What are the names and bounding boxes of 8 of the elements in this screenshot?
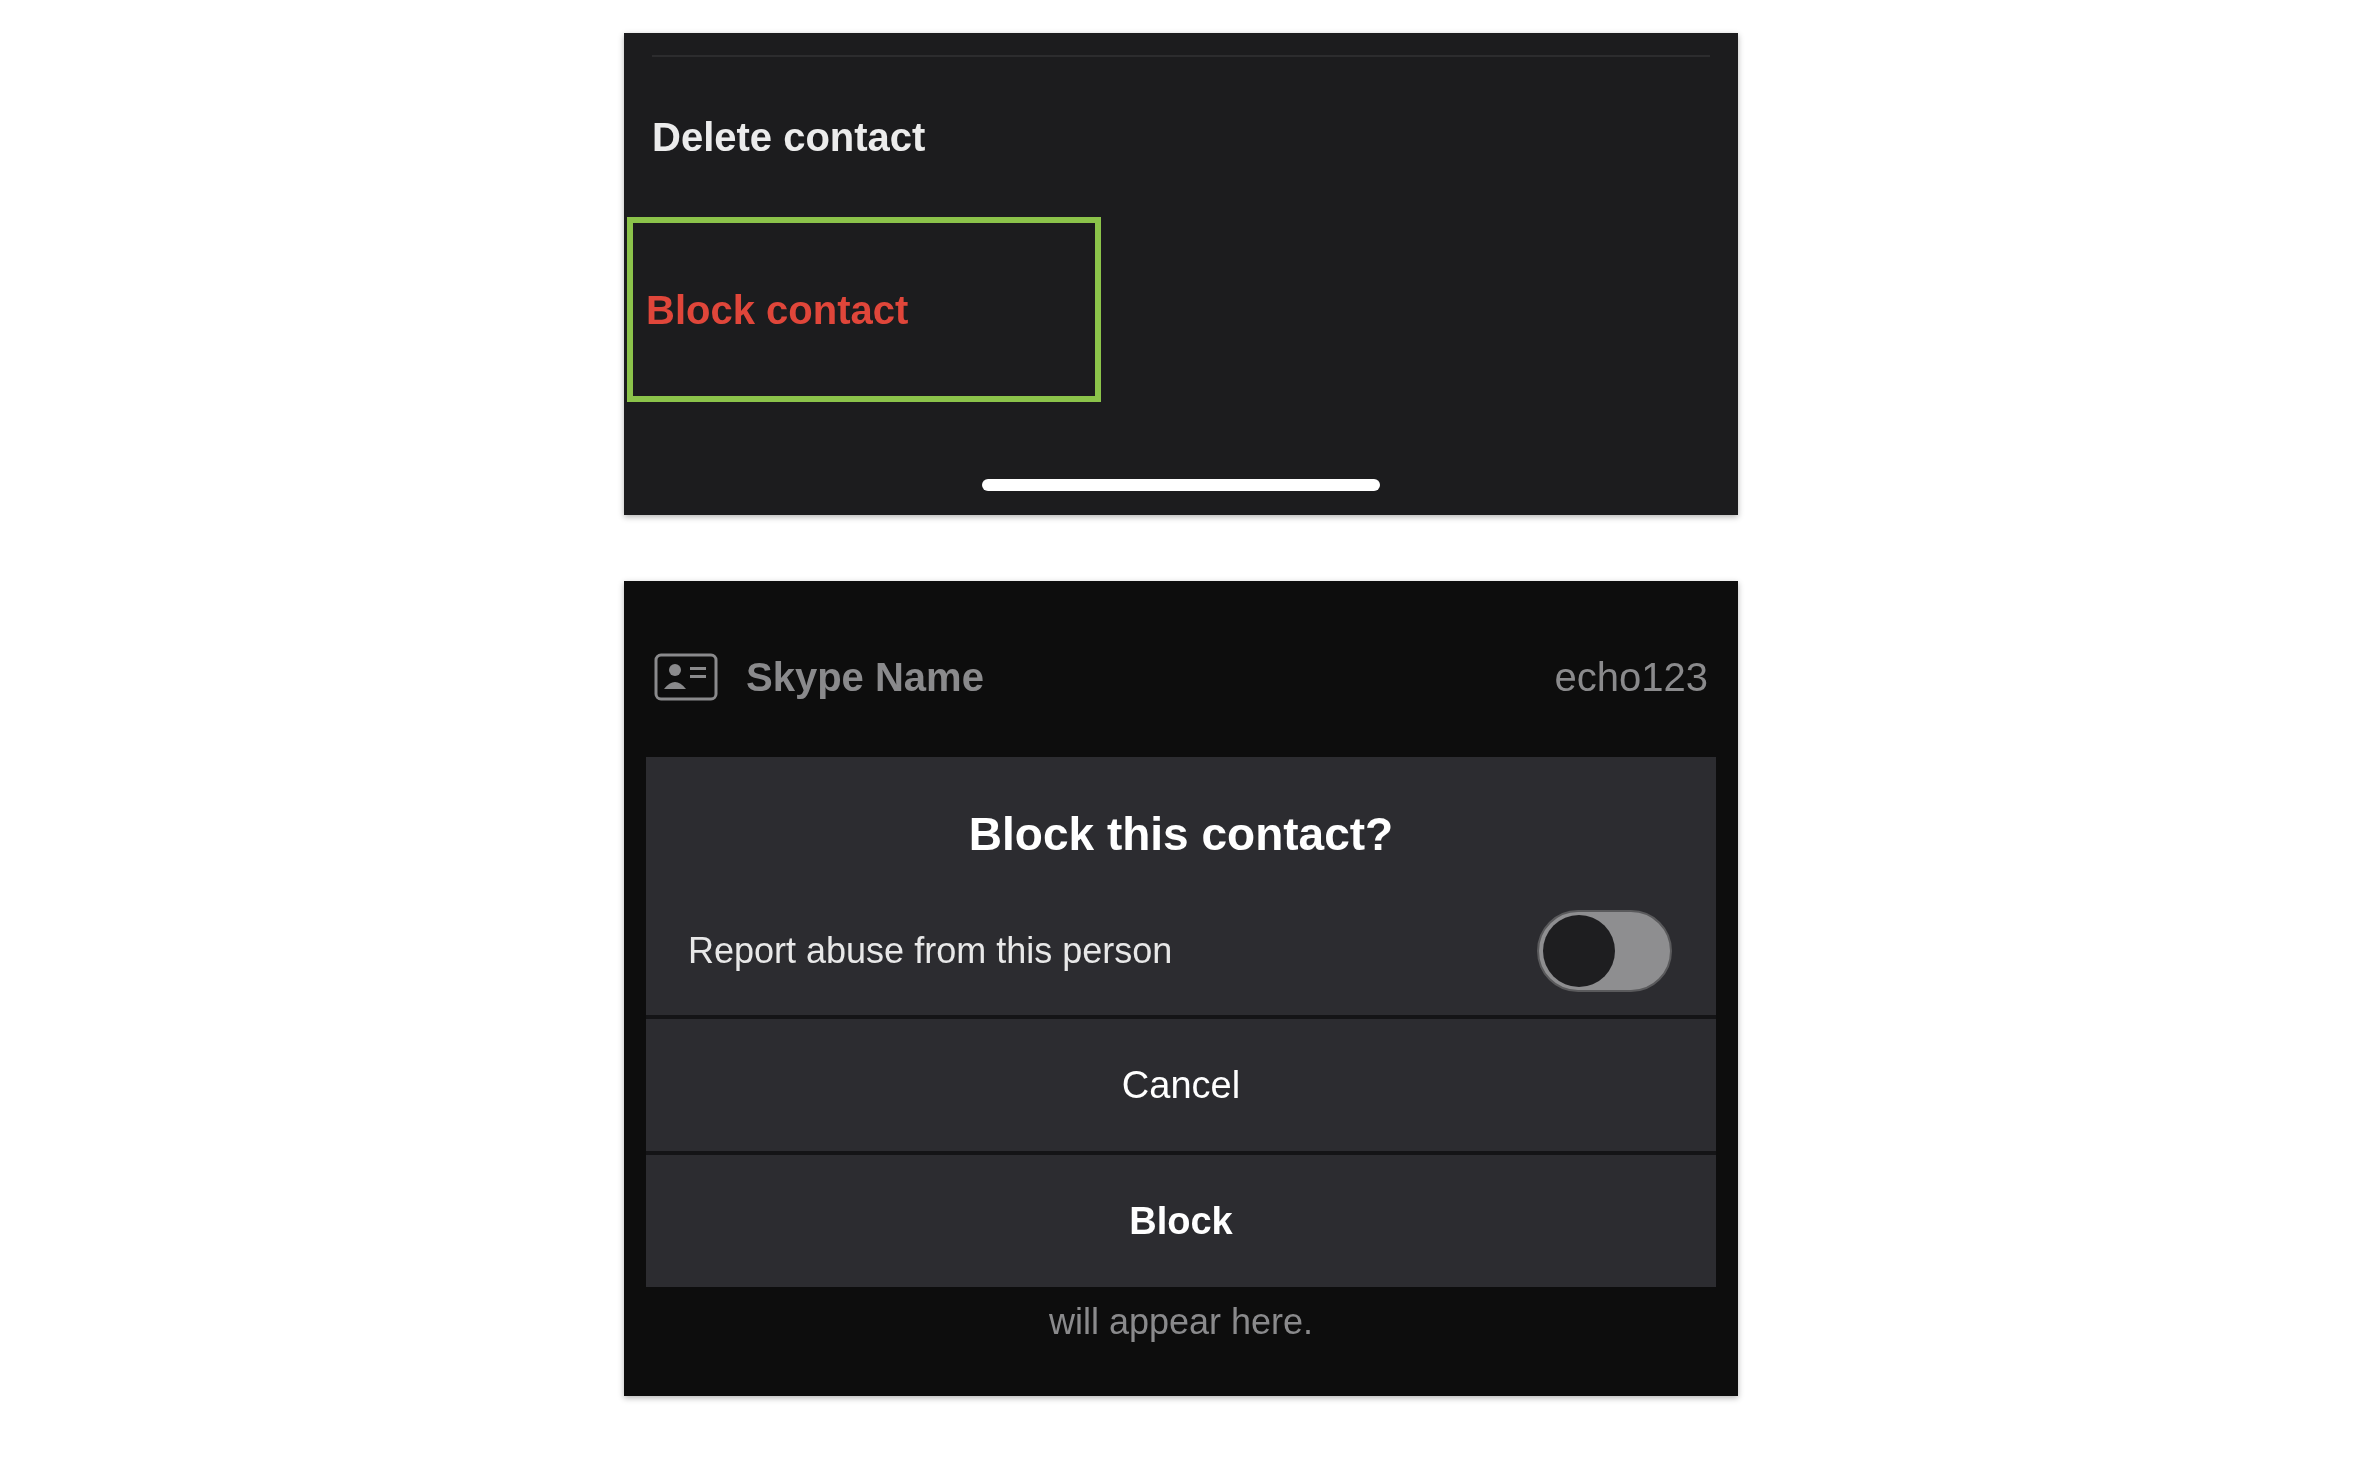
contact-card-icon (654, 653, 718, 701)
option-label: Report abuse from this person (688, 930, 1173, 972)
field-value: echo123 (1554, 654, 1708, 700)
empty-state-text: will appear here. (1047, 1301, 1315, 1343)
menu-item[interactable]: Delete contact (652, 55, 1710, 217)
menu-item[interactable]: Block contact (627, 217, 1101, 402)
dialog-title: Block this contact? (967, 807, 1395, 862)
field-label: Skype Name (746, 654, 985, 700)
